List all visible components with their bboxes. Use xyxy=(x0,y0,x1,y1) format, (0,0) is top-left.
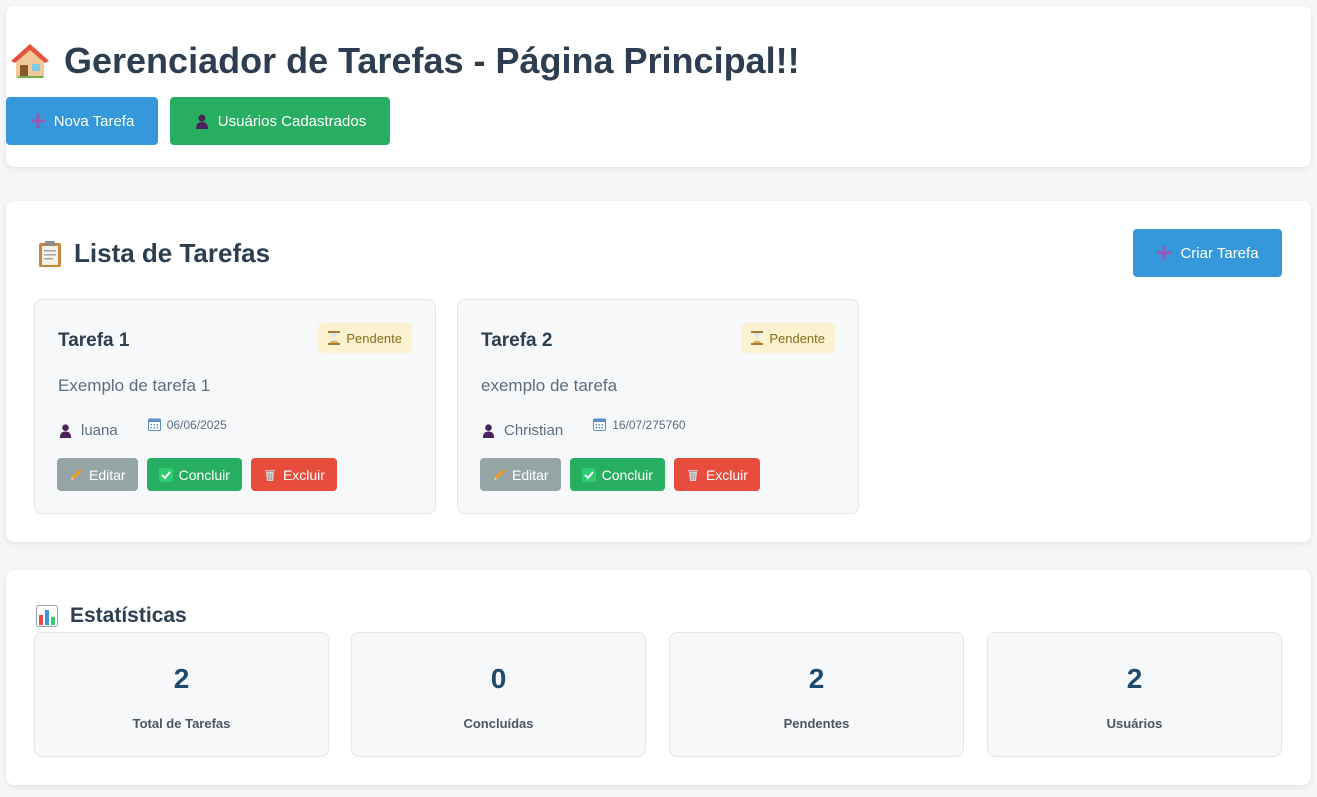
pencil-icon xyxy=(492,468,506,482)
check-icon xyxy=(158,467,173,482)
task-description: Exemplo de tarefa 1 xyxy=(58,376,211,395)
task-meta: Christian 16/07/275760 xyxy=(481,418,686,439)
new-task-label: Nova Tarefa xyxy=(53,112,135,130)
stat-completed: 0 Concluídas xyxy=(351,632,646,757)
stat-label: Concluídas xyxy=(463,716,534,731)
calendar-icon xyxy=(147,418,161,431)
check-icon xyxy=(581,467,596,482)
trash-icon xyxy=(686,468,700,482)
task-list-title: Lista de Tarefas xyxy=(38,238,270,269)
hourglass-icon xyxy=(328,331,341,345)
stat-value: 2 xyxy=(808,663,825,694)
stat-users: 2 Usuários xyxy=(987,632,1282,757)
calendar-icon xyxy=(593,418,607,431)
stat-label: Pendentes xyxy=(783,716,850,731)
stat-total-tasks: 2 Total de Tarefas xyxy=(34,632,329,757)
user-icon xyxy=(58,423,73,438)
stat-value: 2 xyxy=(173,663,190,694)
task-user-name: luana xyxy=(81,422,118,439)
status-badge: Pendente xyxy=(741,323,835,353)
user-icon xyxy=(481,423,496,438)
header-card: Gerenciador de Tarefas - Página Principa… xyxy=(6,6,1311,167)
pencil-icon xyxy=(69,468,83,482)
create-task-label: Criar Tarefa xyxy=(1180,244,1259,262)
plus-icon xyxy=(1156,245,1172,261)
complete-button[interactable]: Concluir xyxy=(569,458,665,491)
task-description: exemplo de tarefa xyxy=(481,376,618,395)
task-card: Tarefa 2 Pendente exemplo de tarefa Chri… xyxy=(457,299,859,514)
task-card: Tarefa 1 Pendente Exemplo de tarefa 1 lu… xyxy=(34,299,436,514)
task-name: Tarefa 1 xyxy=(58,330,130,351)
complete-label: Concluir xyxy=(178,466,230,483)
task-date-text: 06/06/2025 xyxy=(166,417,227,432)
plus-icon xyxy=(30,113,46,129)
new-task-button[interactable]: Nova Tarefa xyxy=(6,97,158,145)
hourglass-icon xyxy=(751,331,764,345)
registered-users-label: Usuários Cadastrados xyxy=(217,112,367,130)
task-date: 06/06/2025 xyxy=(147,417,227,432)
task-date-text: 16/07/275760 xyxy=(612,417,686,432)
edit-label: Editar xyxy=(89,466,126,483)
delete-label: Excluir xyxy=(282,466,325,483)
task-user: Christian xyxy=(481,422,563,439)
task-meta: luana 06/06/2025 xyxy=(58,418,227,439)
registered-users-button[interactable]: Usuários Cadastrados xyxy=(170,97,390,145)
complete-label: Concluir xyxy=(601,466,653,483)
status-badge: Pendente xyxy=(318,323,412,353)
bar-chart-icon xyxy=(36,605,58,627)
delete-button[interactable]: Excluir xyxy=(673,458,760,491)
trash-icon xyxy=(263,468,277,482)
task-name: Tarefa 2 xyxy=(481,330,553,351)
stat-label: Usuários xyxy=(1106,716,1163,731)
create-task-button[interactable]: Criar Tarefa xyxy=(1133,229,1282,277)
task-user-name: Christian xyxy=(504,422,564,439)
stat-value: 0 xyxy=(490,663,507,694)
house-icon xyxy=(10,41,50,81)
complete-button[interactable]: Concluir xyxy=(146,458,242,491)
edit-button[interactable]: Editar xyxy=(57,458,138,491)
status-text: Pendente xyxy=(346,330,402,346)
stats-title-text: Estatísticas xyxy=(70,604,187,627)
delete-button[interactable]: Excluir xyxy=(250,458,337,491)
stats-title: Estatísticas xyxy=(36,604,187,628)
stat-value: 2 xyxy=(1126,663,1143,694)
task-actions: Editar Concluir Excluir xyxy=(57,458,337,491)
stats-card: Estatísticas 2 Total de Tarefas 0 Conclu… xyxy=(6,570,1311,785)
task-list-title-text: Lista de Tarefas xyxy=(74,238,271,268)
task-list-card: Lista de Tarefas Criar Tarefa Tarefa 1 P… xyxy=(6,201,1311,542)
clipboard-icon xyxy=(38,240,62,268)
user-icon xyxy=(194,113,210,129)
edit-label: Editar xyxy=(512,466,549,483)
task-user: luana xyxy=(58,422,118,439)
stat-pending: 2 Pendentes xyxy=(669,632,964,757)
delete-label: Excluir xyxy=(705,466,748,483)
status-text: Pendente xyxy=(769,330,825,346)
task-date: 16/07/275760 xyxy=(593,417,686,432)
edit-button[interactable]: Editar xyxy=(480,458,561,491)
task-actions: Editar Concluir Excluir xyxy=(480,458,760,491)
page-title-text: Gerenciador de Tarefas - Página Principa… xyxy=(64,40,800,81)
stat-label: Total de Tarefas xyxy=(132,716,231,731)
page-title: Gerenciador de Tarefas - Página Principa… xyxy=(10,40,800,82)
